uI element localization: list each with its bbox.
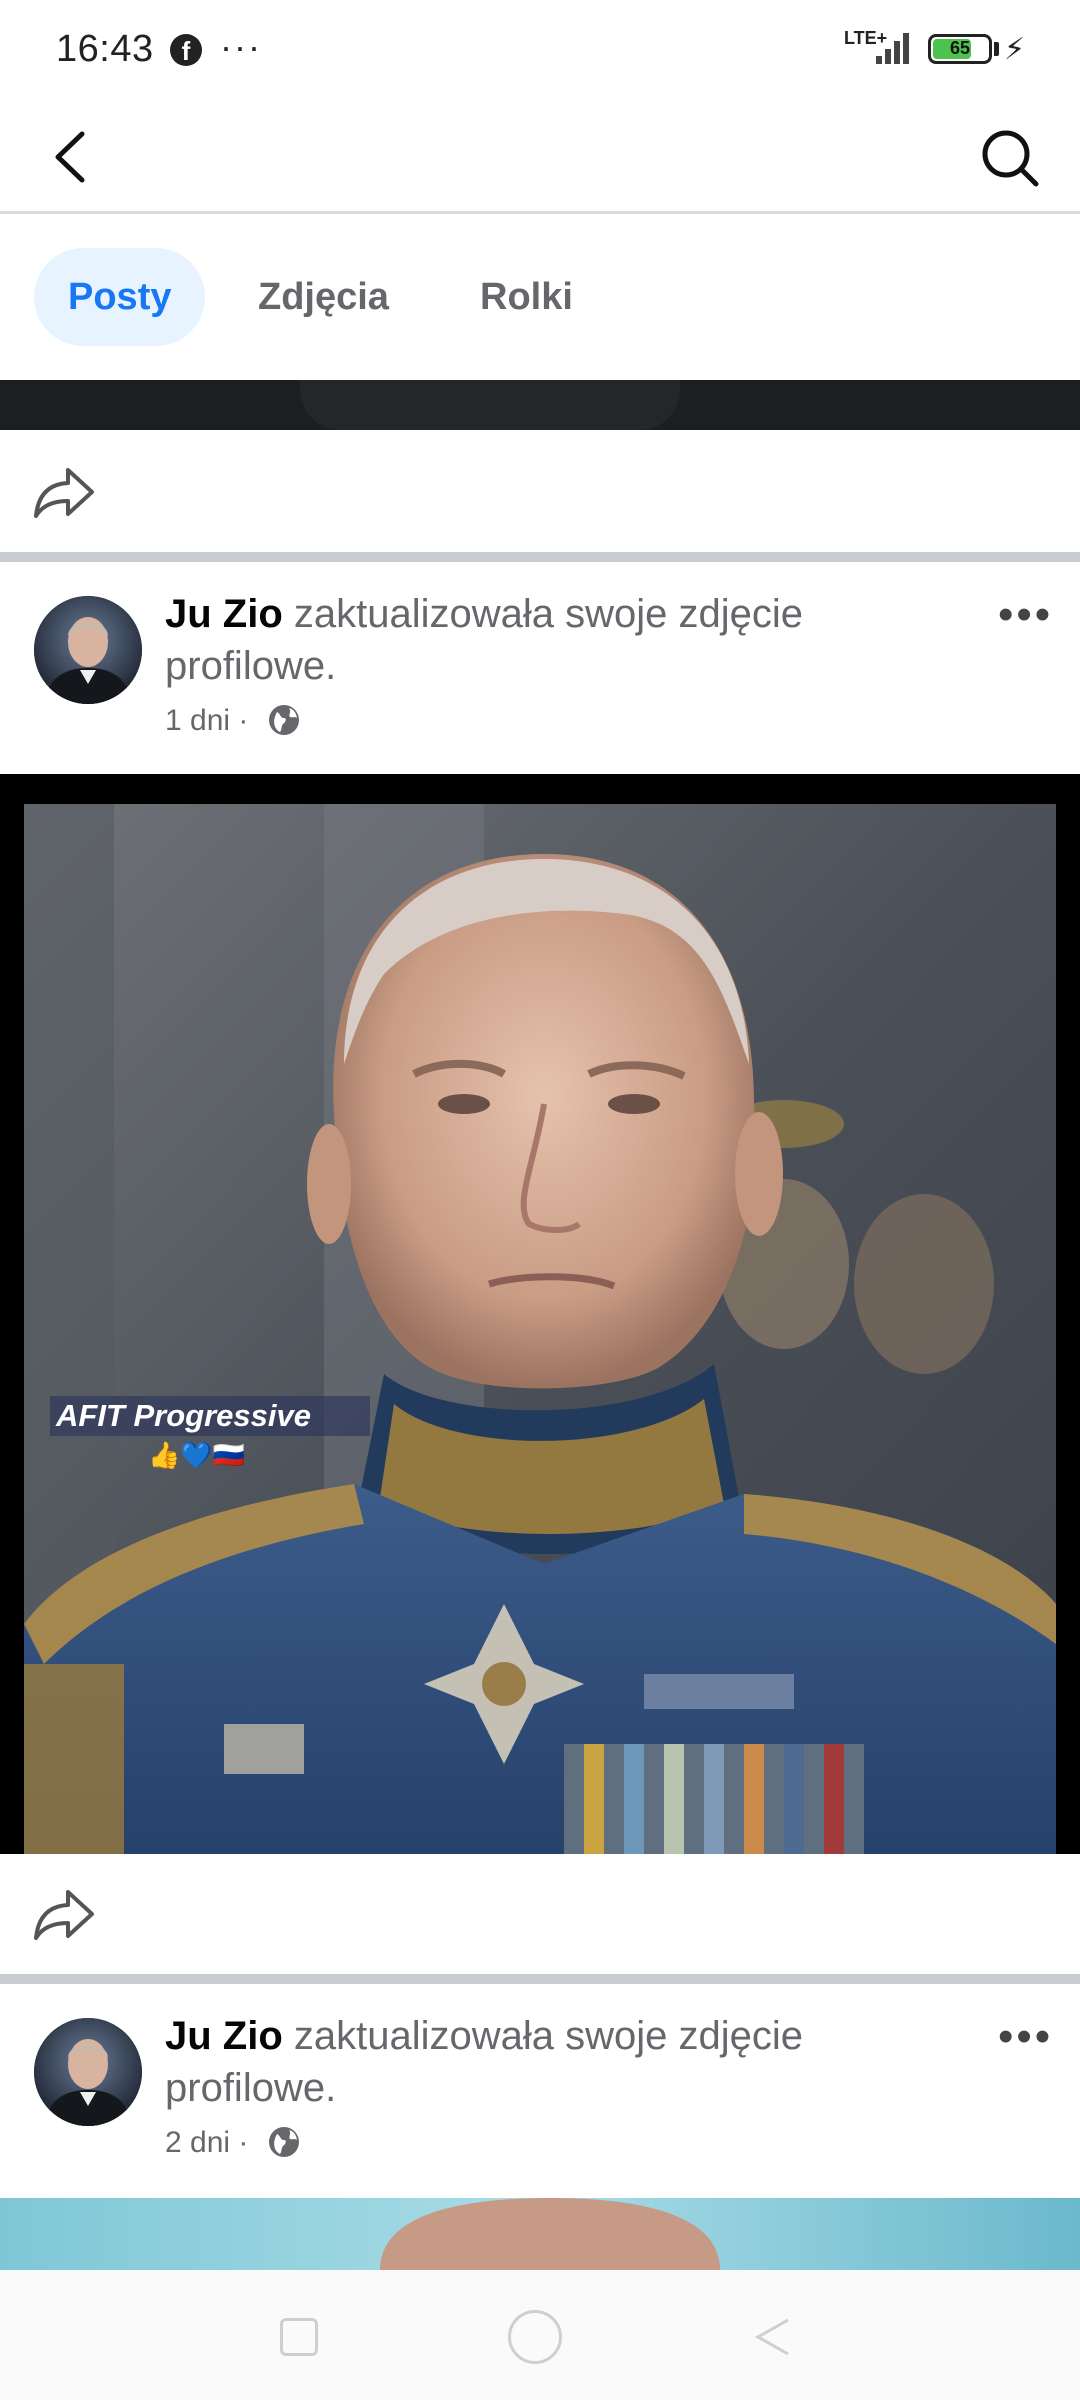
post-time[interactable]: 2 dni (165, 2126, 230, 2159)
recents-button[interactable] (280, 2318, 318, 2356)
post-options-icon[interactable]: ••• (998, 2012, 1053, 2062)
watermark-text: AFIT Progressive (50, 1396, 370, 1436)
avatar-image (34, 2018, 142, 2126)
facebook-icon: f (170, 34, 202, 66)
signal-icon (876, 30, 914, 64)
system-back-button[interactable] (748, 2312, 798, 2362)
avatar-image (34, 596, 142, 704)
post-photo[interactable] (24, 804, 1056, 1854)
top-navigation (0, 100, 1080, 214)
battery-level: 65 (949, 38, 971, 58)
avatar[interactable] (34, 596, 142, 704)
post-meta: 2 dni · (165, 2126, 248, 2160)
triangle-back-icon (754, 2318, 789, 2356)
battery-icon: 65 (928, 34, 992, 64)
back-button[interactable] (40, 122, 110, 192)
status-time: 16:43 (56, 28, 154, 70)
chevron-left-icon (55, 131, 85, 183)
post-time[interactable]: 1 dni (165, 704, 230, 737)
avatar[interactable] (34, 2018, 142, 2126)
post-photo[interactable] (0, 2198, 1080, 2270)
previous-post-photo[interactable] (0, 380, 1080, 430)
tab-zdjecia[interactable]: Zdjęcia (224, 248, 423, 346)
search-button[interactable] (970, 118, 1050, 198)
post-meta: 1 dni · (165, 704, 248, 738)
meta-separator: · (238, 2126, 249, 2159)
author-name[interactable]: Ju Zio (165, 2014, 283, 2058)
globe-icon (268, 704, 300, 736)
tab-posty[interactable]: Posty (34, 248, 206, 346)
charging-icon: ⚡ (1004, 33, 1026, 66)
portrait-image (24, 804, 1056, 1854)
search-icon (982, 130, 1039, 187)
share-button[interactable] (30, 1878, 100, 1948)
watermark-emoji: 👍💙🇷🇺 (148, 1440, 246, 1470)
home-button[interactable] (508, 2310, 562, 2364)
tab-rolki[interactable]: Rolki (446, 248, 607, 346)
share-icon (34, 1890, 94, 1940)
status-bar (0, 0, 1080, 100)
post-divider (0, 1974, 1080, 1984)
battery-cap (994, 42, 999, 56)
post-divider (0, 552, 1080, 562)
post-headline: Ju Zio zaktualizowała swoje zdjęcie prof… (165, 2010, 945, 2114)
share-icon (34, 468, 94, 518)
post-options-icon[interactable]: ••• (998, 590, 1053, 640)
author-name[interactable]: Ju Zio (165, 592, 283, 636)
globe-icon (268, 2126, 300, 2158)
meta-separator: · (238, 704, 249, 737)
status-more-icon: ··· (220, 26, 262, 67)
post-headline: Ju Zio zaktualizowała swoje zdjęcie prof… (165, 588, 945, 692)
portrait-image (0, 2198, 1080, 2270)
share-button[interactable] (30, 456, 100, 526)
